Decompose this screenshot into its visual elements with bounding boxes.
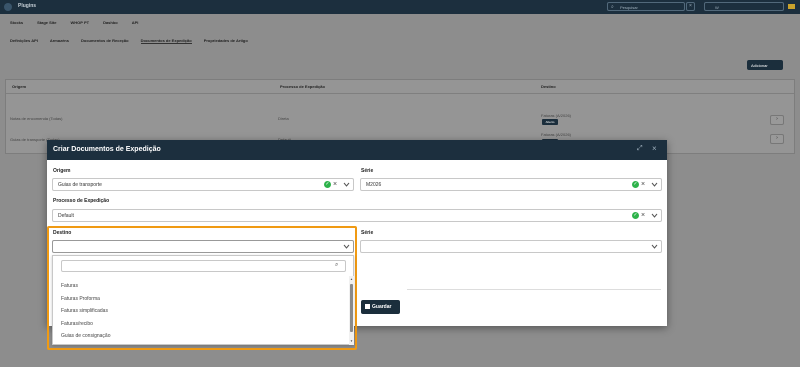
dialog-header: Criar Documentos de Expedição ⤢ × bbox=[47, 140, 667, 160]
origem-select[interactable]: Guias de transporte ✓ × bbox=[52, 178, 354, 191]
top-bar: Plugins ⌕ Pesquisar × W bbox=[0, 0, 800, 14]
chevron-down-icon[interactable] bbox=[651, 180, 658, 189]
check-icon: ✓ bbox=[632, 212, 639, 219]
scroll-down-icon[interactable]: ▼ bbox=[350, 339, 353, 343]
clear-icon[interactable]: × bbox=[641, 211, 645, 220]
dropdown-search-input[interactable]: ⌕ bbox=[61, 260, 346, 272]
serie-value: M2026 bbox=[366, 182, 382, 188]
scroll-up-icon[interactable]: ▲ bbox=[350, 277, 353, 281]
processo-select[interactable]: Default ✓ × bbox=[52, 209, 662, 222]
save-button[interactable]: Guardar bbox=[361, 300, 400, 314]
table-header: Origem Processo de Expedição Destino bbox=[6, 80, 794, 94]
close-icon[interactable]: × bbox=[652, 144, 657, 153]
chevron-down-icon[interactable] bbox=[651, 211, 658, 220]
module-tab-dashbo[interactable]: Dashbo bbox=[103, 17, 118, 27]
save-label: Guardar bbox=[372, 304, 392, 310]
search-icon: ⌕ bbox=[335, 262, 339, 268]
user-menu[interactable]: W bbox=[704, 2, 784, 11]
global-search-input[interactable]: ⌕ Pesquisar bbox=[607, 2, 685, 11]
module-tab-whop[interactable]: WHOP PT bbox=[70, 17, 89, 27]
module-tabs: Stocks Stage Site WHOP PT Dashbo API bbox=[10, 17, 138, 27]
list-item[interactable]: Guias de consignação bbox=[61, 333, 110, 339]
expand-icon[interactable]: ⤢ bbox=[637, 145, 643, 153]
search-placeholder: Pesquisar bbox=[620, 5, 638, 10]
tab-documentos-rececao[interactable]: Documentos de Receção bbox=[81, 38, 129, 44]
processo-label: Processo de Expedição bbox=[53, 198, 110, 204]
list-item[interactable]: Faturas simplificadas bbox=[61, 308, 108, 314]
tab-documentos-expedicao[interactable]: Documentos de Expedição bbox=[140, 38, 192, 44]
save-icon bbox=[365, 304, 370, 309]
serie2-label: Série bbox=[361, 230, 374, 236]
origem-label: Origem bbox=[53, 168, 71, 174]
row2-action-button[interactable]: › bbox=[770, 134, 784, 144]
check-icon: ✓ bbox=[632, 181, 639, 188]
row1-destino: Faturas (A/2026) bbox=[541, 113, 572, 118]
sub-tabs: Definições API Armazéns Documentos de Re… bbox=[10, 38, 248, 44]
processo-value: Default bbox=[58, 213, 74, 219]
tab-armazens[interactable]: Armazéns bbox=[50, 38, 69, 44]
tab-propriedades-artigo[interactable]: Propriedades de Artigo bbox=[204, 38, 248, 44]
user-name: W bbox=[715, 5, 719, 10]
scrollbar-thumb[interactable] bbox=[350, 284, 353, 332]
row1-status-badge: Aberto bbox=[542, 119, 558, 125]
list-item[interactable]: Faturas bbox=[61, 283, 78, 289]
row1-action-button[interactable]: › bbox=[770, 115, 784, 125]
dropdown-list: Faturas Faturas Proforma Faturas simplif… bbox=[53, 276, 349, 346]
clear-icon[interactable]: × bbox=[641, 180, 645, 189]
column-header-processo[interactable]: Processo de Expedição bbox=[280, 84, 325, 89]
list-item[interactable]: Faturas Proforma bbox=[61, 296, 100, 302]
column-header-destino[interactable]: Destino bbox=[541, 84, 556, 89]
chevron-down-icon[interactable] bbox=[651, 242, 658, 251]
module-tab-stage-site[interactable]: Stage Site bbox=[37, 17, 56, 27]
add-button[interactable]: Adicionar bbox=[747, 60, 783, 70]
check-icon: ✓ bbox=[324, 181, 331, 188]
search-icon: ⌕ bbox=[611, 4, 614, 10]
app-title: Plugins bbox=[18, 3, 37, 9]
serie2-select[interactable] bbox=[360, 240, 662, 253]
chevron-down-icon[interactable] bbox=[343, 180, 350, 189]
row2-destino: Faturas (A/2026) bbox=[541, 132, 572, 137]
destino-dropdown: ⌕ Faturas Faturas Proforma Faturas simpl… bbox=[52, 255, 354, 345]
footer-divider bbox=[407, 289, 661, 290]
dialog-title: Criar Documentos de Expedição bbox=[53, 146, 161, 153]
module-tab-stocks[interactable]: Stocks bbox=[10, 17, 23, 27]
column-header-origem[interactable]: Origem bbox=[12, 84, 26, 89]
row1-processo: Direta bbox=[278, 116, 289, 121]
search-clear-button[interactable]: × bbox=[686, 2, 695, 11]
language-flag-icon[interactable] bbox=[788, 4, 795, 9]
dropdown-scrollbar[interactable]: ▲ ▼ bbox=[349, 276, 354, 345]
serie-select[interactable]: M2026 ✓ × bbox=[360, 178, 662, 191]
app-logo-icon bbox=[4, 3, 12, 11]
module-tab-api[interactable]: API bbox=[132, 17, 139, 27]
serie-label: Série bbox=[361, 168, 374, 174]
row1-origem: Notas de encomenda (Todas) bbox=[10, 116, 63, 121]
clear-icon[interactable]: × bbox=[333, 180, 337, 189]
list-item[interactable]: Faturas/recibo bbox=[61, 321, 93, 327]
tab-definicoes-api[interactable]: Definições API bbox=[10, 38, 38, 44]
origem-value: Guias de transporte bbox=[58, 182, 102, 188]
